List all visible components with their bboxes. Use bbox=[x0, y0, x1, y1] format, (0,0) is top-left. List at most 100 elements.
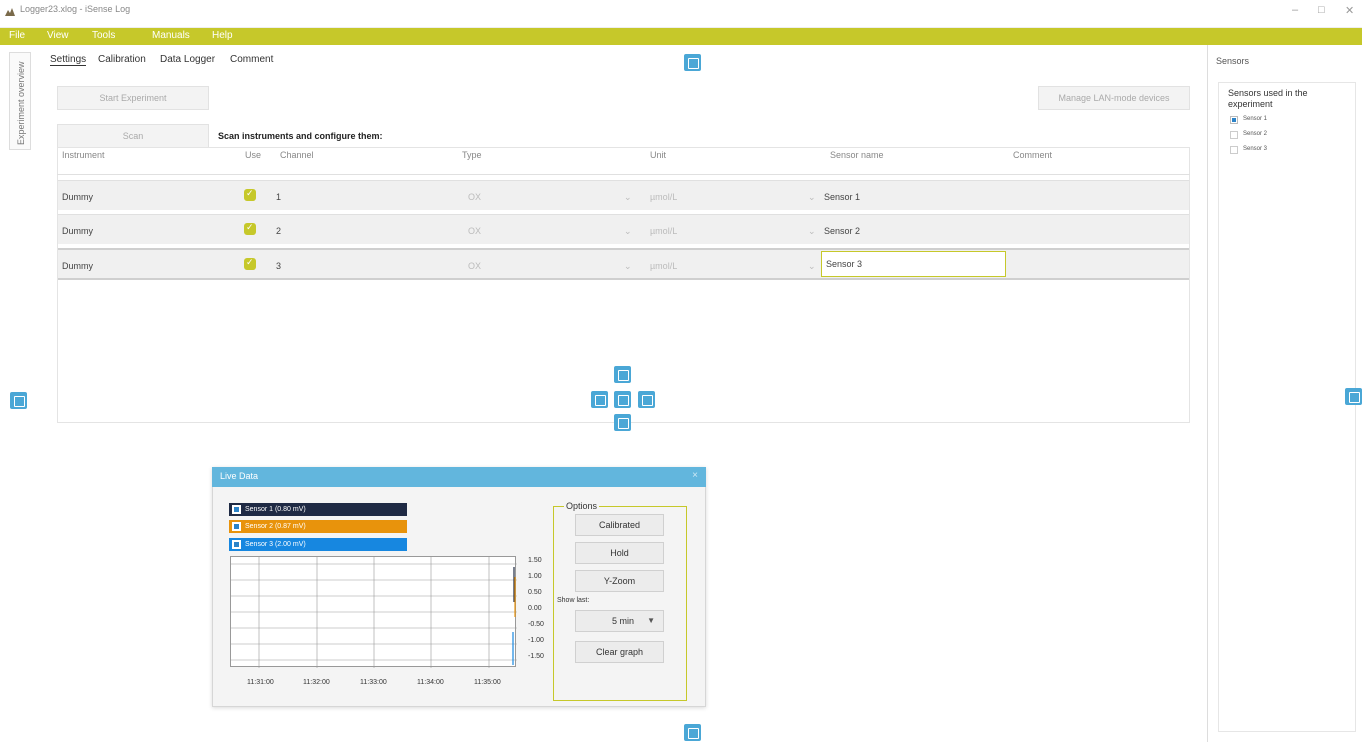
x-tick: 11:35:00 bbox=[474, 679, 501, 686]
y-zoom-button[interactable]: Y-Zoom bbox=[575, 570, 664, 592]
window-title: Logger23.xlog - iSense Log bbox=[20, 4, 131, 14]
menu-view[interactable]: View bbox=[47, 30, 69, 41]
header-instrument: Instrument bbox=[62, 150, 105, 160]
menu-manuals[interactable]: Manuals bbox=[152, 30, 190, 41]
close-button[interactable]: ✕ bbox=[1345, 4, 1354, 17]
show-last-label: Show last: bbox=[557, 597, 590, 604]
scan-button[interactable]: Scan bbox=[57, 124, 209, 148]
legend-label: Sensor 1 (0.80 mV) bbox=[245, 506, 306, 513]
live-data-title-bar[interactable]: Live Data × bbox=[212, 467, 706, 487]
expand-right-panel-icon[interactable] bbox=[1345, 388, 1362, 405]
chevron-down-icon: ⌄ bbox=[624, 261, 632, 271]
header-type: Type bbox=[462, 150, 482, 160]
row-instrument: Dummy bbox=[62, 226, 93, 236]
collapse-top-panel-icon[interactable] bbox=[684, 54, 701, 71]
minimize-button[interactable]: – bbox=[1292, 4, 1298, 16]
chevron-down-icon: ⌄ bbox=[808, 261, 816, 271]
sensor-item-label: Sensor 2 bbox=[1243, 131, 1268, 137]
x-tick: 11:33:00 bbox=[360, 679, 387, 686]
manage-lan-button[interactable]: Manage LAN-mode devices bbox=[1038, 86, 1190, 110]
menu-tools[interactable]: Tools bbox=[92, 30, 115, 41]
tab-calibration[interactable]: Calibration bbox=[98, 54, 146, 65]
chevron-down-icon: ⌄ bbox=[808, 192, 816, 202]
x-tick: 11:32:00 bbox=[303, 679, 330, 686]
sensors-panel-title: Sensors bbox=[1216, 56, 1250, 66]
dock-center-icon[interactable] bbox=[614, 391, 631, 408]
title-bar: Logger23.xlog - iSense Log – □ ✕ bbox=[0, 0, 1362, 28]
dock-top-icon[interactable] bbox=[614, 366, 631, 383]
type-dropdown[interactable]: OX bbox=[468, 226, 481, 236]
live-data-title: Live Data bbox=[220, 471, 259, 481]
chevron-down-icon: ⌄ bbox=[808, 226, 816, 236]
tab-settings[interactable]: Settings bbox=[50, 54, 87, 66]
menu-file[interactable]: File bbox=[9, 30, 25, 41]
use-checkbox[interactable] bbox=[244, 188, 256, 201]
unit-dropdown[interactable]: µmol/L bbox=[650, 226, 677, 236]
unit-dropdown[interactable]: µmol/L bbox=[650, 192, 677, 202]
legend-item-sensor-3[interactable]: Sensor 3 (2.00 mV) bbox=[229, 538, 407, 551]
use-checkbox[interactable] bbox=[244, 222, 256, 235]
sensor-checkbox[interactable] bbox=[1230, 146, 1238, 154]
expand-left-panel-icon[interactable] bbox=[10, 392, 27, 409]
menu-help[interactable]: Help bbox=[212, 30, 233, 41]
start-experiment-button[interactable]: Start Experiment bbox=[57, 86, 209, 110]
type-dropdown[interactable]: OX bbox=[468, 192, 481, 202]
header-use: Use bbox=[245, 150, 262, 160]
sensor-name-field[interactable]: Sensor 1 bbox=[824, 192, 860, 202]
calibrated-button[interactable]: Calibrated bbox=[575, 514, 664, 536]
maximize-button[interactable]: □ bbox=[1318, 4, 1325, 16]
sensor-item-label: Sensor 1 bbox=[1243, 116, 1268, 122]
sensor-name-field[interactable]: Sensor 3 bbox=[826, 259, 862, 269]
sensors-list-box bbox=[1218, 82, 1356, 732]
legend-item-sensor-2[interactable]: Sensor 2 (0.87 mV) bbox=[229, 520, 407, 533]
legend-item-sensor-1[interactable]: Sensor 1 (0.80 mV) bbox=[229, 503, 407, 516]
sensor-checkbox[interactable] bbox=[1230, 131, 1238, 139]
collapse-bottom-panel-icon[interactable] bbox=[684, 724, 701, 741]
x-tick: 11:31:00 bbox=[247, 679, 274, 686]
legend-checkbox[interactable] bbox=[232, 522, 241, 531]
hold-button[interactable]: Hold bbox=[575, 542, 664, 564]
row-instrument: Dummy bbox=[62, 261, 93, 271]
use-checkbox[interactable] bbox=[244, 257, 256, 270]
sensor-checkbox[interactable] bbox=[1230, 116, 1238, 124]
y-tick: -1.50 bbox=[528, 653, 544, 660]
chevron-down-icon: ⌄ bbox=[624, 192, 632, 202]
sensor-item-label: Sensor 3 bbox=[1243, 146, 1268, 152]
header-comment: Comment bbox=[1013, 150, 1053, 160]
y-tick: 0.50 bbox=[528, 589, 542, 596]
legend-checkbox[interactable] bbox=[232, 540, 241, 549]
type-dropdown[interactable]: OX bbox=[468, 261, 481, 271]
show-last-value: 5 min bbox=[612, 616, 635, 626]
row-channel: 3 bbox=[276, 261, 282, 271]
y-tick: 1.00 bbox=[528, 573, 542, 580]
unit-dropdown[interactable]: µmol/L bbox=[650, 261, 677, 271]
header-channel: Channel bbox=[280, 150, 314, 160]
tab-data-logger[interactable]: Data Logger bbox=[160, 54, 215, 65]
row-channel: 1 bbox=[276, 192, 282, 202]
row-instrument: Dummy bbox=[62, 192, 93, 202]
menu-bar: File View Tools Manuals Help bbox=[0, 28, 1362, 45]
close-icon[interactable]: × bbox=[692, 470, 698, 481]
dock-bottom-icon[interactable] bbox=[614, 414, 631, 431]
y-tick: 0.00 bbox=[528, 605, 542, 612]
experiment-overview-tab[interactable]: Experiment overview bbox=[9, 52, 31, 150]
chevron-down-icon: ▼ bbox=[647, 616, 655, 625]
options-label: Options bbox=[564, 501, 600, 511]
y-tick: -0.50 bbox=[528, 621, 544, 628]
show-last-select[interactable]: 5 min ▼ bbox=[575, 610, 664, 632]
tab-comment[interactable]: Comment bbox=[230, 54, 273, 65]
header-unit: Unit bbox=[650, 150, 667, 160]
legend-checkbox[interactable] bbox=[232, 505, 241, 514]
scan-heading: Scan instruments and configure them: bbox=[218, 131, 383, 141]
chevron-down-icon: ⌄ bbox=[624, 226, 632, 236]
legend-label: Sensor 3 (2.00 mV) bbox=[245, 541, 306, 548]
dock-left-icon[interactable] bbox=[591, 391, 608, 408]
x-tick: 11:34:00 bbox=[417, 679, 444, 686]
header-sensor-name: Sensor name bbox=[830, 150, 884, 160]
sensor-name-field[interactable]: Sensor 2 bbox=[824, 226, 860, 236]
row-channel: 2 bbox=[276, 226, 282, 236]
app-logo-icon bbox=[4, 4, 16, 16]
clear-graph-button[interactable]: Clear graph bbox=[575, 641, 664, 663]
dock-right-icon[interactable] bbox=[638, 391, 655, 408]
live-plot-area[interactable] bbox=[230, 556, 517, 668]
